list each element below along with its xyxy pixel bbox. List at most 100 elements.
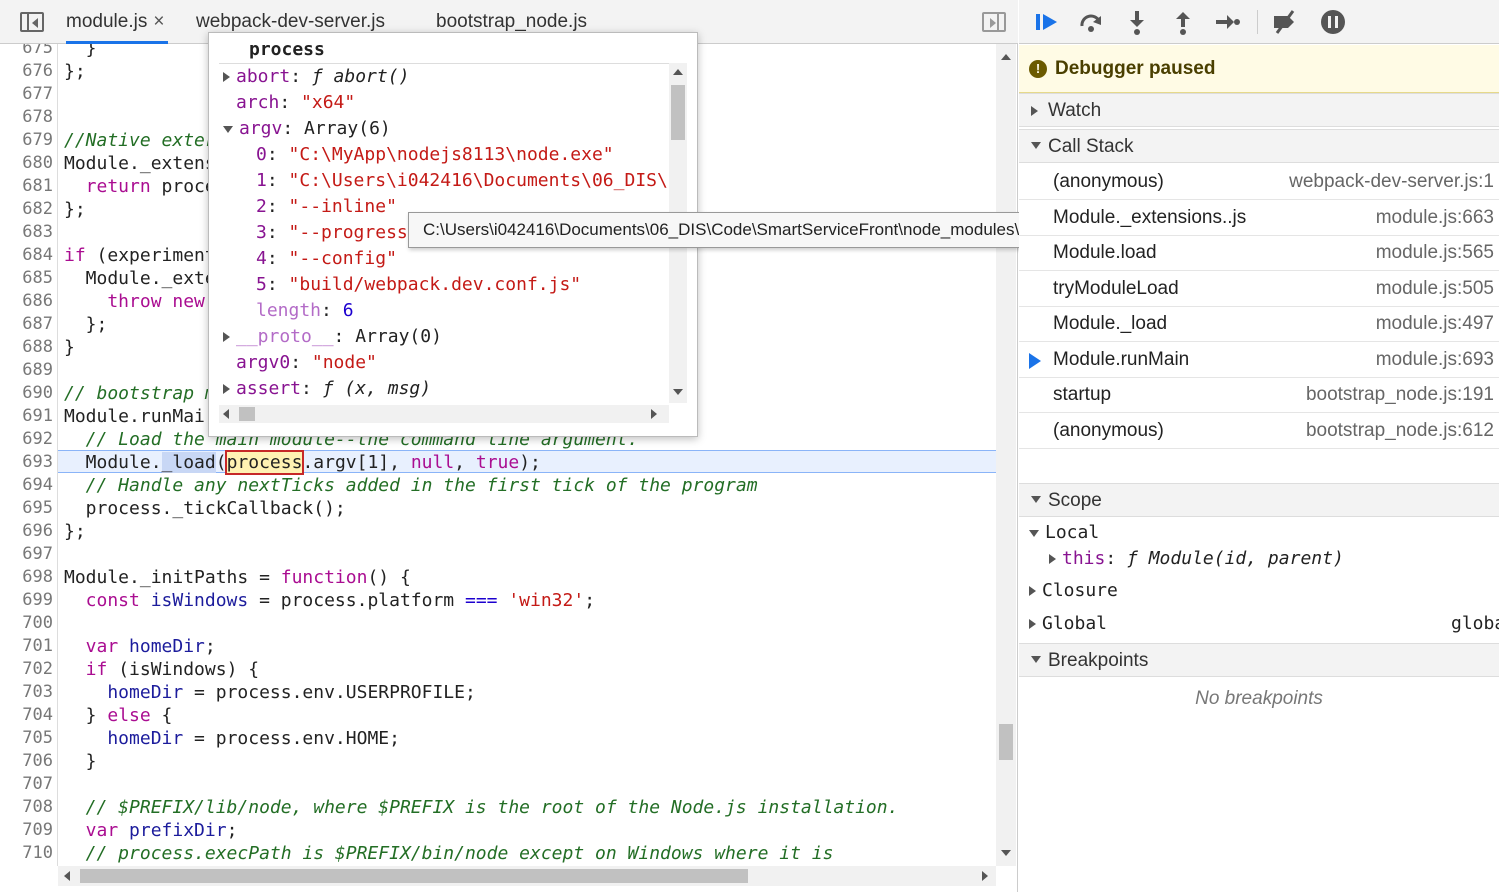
scope-global[interactable]: Global [1029,613,1107,634]
load-call-highlight[interactable]: _load [161,452,216,473]
step-over-icon[interactable] [1077,8,1105,36]
step-into-icon[interactable] [1123,8,1151,36]
line-number[interactable]: 690 [0,383,53,403]
expand-icon[interactable] [223,384,230,394]
line-number[interactable]: 681 [0,176,53,196]
call-frame[interactable]: (anonymous) webpack-dev-server.js:1 [1019,165,1499,200]
property-row[interactable]: assert: ƒ (x, msg) [223,378,431,399]
call-frame[interactable]: Module.load module.js:565 [1019,236,1499,271]
process-hover-highlight[interactable]: process [224,450,305,475]
line-number[interactable]: 691 [0,406,53,426]
property-separator: : [333,326,356,347]
line-number[interactable]: 700 [0,613,53,633]
line-number[interactable]: 679 [0,130,53,150]
line-number[interactable]: 676 [0,61,53,81]
line-number[interactable]: 695 [0,498,53,518]
property-separator: : [321,300,343,321]
line-number[interactable]: 678 [0,107,53,127]
line-number[interactable]: 699 [0,590,53,610]
deactivate-breakpoints-icon[interactable] [1271,8,1299,36]
expand-icon [1029,586,1036,596]
line-number[interactable]: 675 [0,44,53,58]
frame-location: module.js:693 [1375,348,1494,370]
toggle-navigator-icon[interactable] [20,12,44,32]
call-frame[interactable]: Module.runMain module.js:693 [1019,343,1499,378]
scroll-up-icon[interactable] [673,69,683,75]
identifier: prefixDir [118,820,227,841]
line-number[interactable]: 689 [0,360,53,380]
code-line-695: process._tickCallback(); [64,498,346,519]
line-number[interactable]: 710 [0,843,53,863]
line-number[interactable]: 694 [0,475,53,495]
property-row[interactable]: abort: ƒ abort() [223,66,409,87]
line-number[interactable]: 709 [0,820,53,840]
line-number[interactable]: 693 [0,452,53,472]
property-row[interactable]: __proto__: Array(0) [223,326,442,347]
step-icon[interactable] [1213,8,1241,36]
expand-icon[interactable] [223,72,230,82]
editor-horizontal-scrollbar[interactable] [58,866,996,886]
scroll-left-icon[interactable] [223,409,229,419]
line-number[interactable]: 687 [0,314,53,334]
line-number[interactable]: 682 [0,199,53,219]
step-out-icon[interactable] [1169,8,1197,36]
call-frame[interactable]: tryModuleLoad module.js:505 [1019,272,1499,307]
scroll-down-icon[interactable] [673,389,683,395]
line-number[interactable]: 701 [0,636,53,656]
line-number[interactable]: 702 [0,659,53,679]
line-number[interactable]: 708 [0,797,53,817]
scroll-left-icon[interactable] [64,871,70,881]
line-number[interactable]: 696 [0,521,53,541]
collapse-icon[interactable] [223,125,233,133]
scope-local[interactable]: Local [1029,522,1099,543]
scrollbar-thumb[interactable] [999,724,1013,760]
toggle-debugger-icon[interactable] [982,12,1006,32]
property-key: 1 [256,170,267,191]
line-number[interactable]: 704 [0,705,53,725]
section-breakpoints[interactable]: Breakpoints [1019,643,1499,677]
scroll-up-icon[interactable] [1001,54,1011,60]
call-frame[interactable]: startup bootstrap_node.js:191 [1019,378,1499,413]
section-scope[interactable]: Scope [1019,483,1499,517]
editor-vertical-scrollbar[interactable] [996,44,1016,866]
section-watch[interactable]: Watch [1019,93,1499,127]
line-number[interactable]: 685 [0,268,53,288]
code-line-708: // $PREFIX/lib/node, where $PREFIX is th… [64,797,899,818]
call-frame[interactable]: Module._load module.js:497 [1019,307,1499,342]
line-number[interactable]: 680 [0,153,53,173]
call-frame[interactable]: (anonymous) bootstrap_node.js:612 [1019,414,1499,449]
expand-icon[interactable] [223,332,230,342]
section-call-stack[interactable]: Call Stack [1019,129,1499,163]
line-number[interactable]: 706 [0,751,53,771]
property-row[interactable]: argv: Array(6) [223,118,391,139]
popover-horizontal-scrollbar[interactable] [219,405,669,423]
line-number-gutter[interactable]: 675 676 677 678 679 680 681 682 683 684 685 686 687 6… [0,44,58,866]
scrollbar-thumb[interactable] [80,869,748,883]
line-number[interactable]: 703 [0,682,53,702]
line-number[interactable]: 677 [0,84,53,104]
line-number[interactable]: 684 [0,245,53,265]
line-number[interactable]: 683 [0,222,53,242]
scroll-right-icon[interactable] [651,409,657,419]
scroll-right-icon[interactable] [982,871,988,881]
scope-this-property[interactable]: this: ƒ Module(id, parent) [1049,548,1344,569]
popover-title: process [249,39,325,60]
resume-icon[interactable] [1033,8,1061,36]
close-icon[interactable]: × [153,11,164,32]
line-number[interactable]: 688 [0,337,53,357]
line-number[interactable]: 705 [0,728,53,748]
scrollbar-thumb[interactable] [671,85,685,140]
call-frame[interactable]: Module._extensions..js module.js:663 [1019,201,1499,236]
code-text: , [454,452,476,473]
line-number[interactable]: 707 [0,774,53,794]
line-number[interactable]: 692 [0,429,53,449]
tab-module-js[interactable]: module.js × [66,0,169,44]
line-number[interactable]: 698 [0,567,53,587]
scroll-down-icon[interactable] [1001,850,1011,856]
line-number[interactable]: 697 [0,544,53,564]
line-number[interactable]: 686 [0,291,53,311]
scrollbar-thumb[interactable] [239,407,255,421]
code-text: ; [226,820,238,841]
pause-on-exceptions-icon[interactable] [1319,8,1347,36]
scope-closure[interactable]: Closure [1029,580,1118,601]
